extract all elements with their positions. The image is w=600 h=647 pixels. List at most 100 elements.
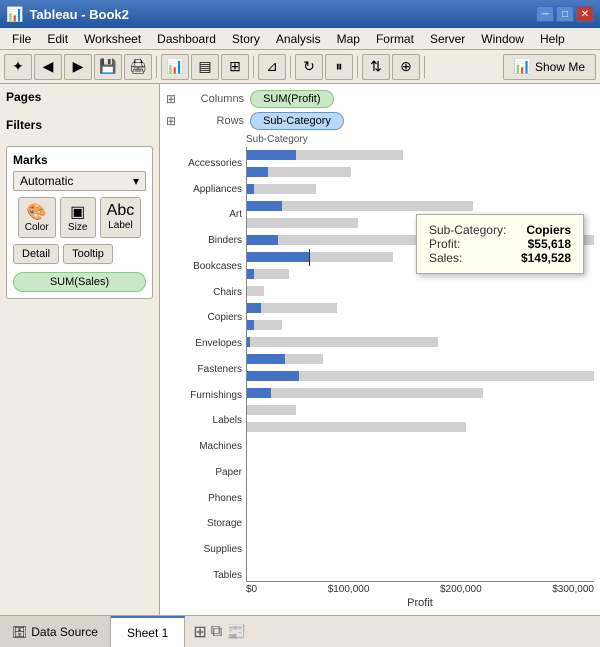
marks-type-dropdown[interactable]: Automatic ▾ bbox=[13, 171, 146, 191]
marks-type-label: Automatic bbox=[20, 174, 73, 188]
menu-help[interactable]: Help bbox=[532, 30, 573, 48]
window-title: Tableau - Book2 bbox=[29, 7, 128, 22]
columns-icon: ⊞ bbox=[166, 92, 176, 106]
y-axis-label: Furnishings bbox=[190, 388, 242, 404]
menu-server[interactable]: Server bbox=[422, 30, 473, 48]
toolbar-pause-button[interactable]: ⏸ bbox=[325, 54, 353, 80]
toolbar-sort-button[interactable]: ⇅ bbox=[362, 54, 390, 80]
show-me-button[interactable]: 📊 Show Me bbox=[503, 54, 596, 80]
color-label: Color bbox=[25, 222, 49, 233]
subcat-header: Sub-Category bbox=[246, 134, 594, 145]
y-axis-label: Storage bbox=[207, 516, 242, 532]
status-bar: 🗄 Data Source Sheet 1 ⊞ ⧉ 📰 bbox=[0, 615, 600, 647]
size-button[interactable]: ▣ Size bbox=[60, 197, 96, 238]
tooltip-subcat-label: Sub-Category: bbox=[429, 223, 506, 237]
bar-foreground bbox=[247, 252, 309, 262]
show-me-label: Show Me bbox=[535, 60, 585, 74]
label-icon: Abc bbox=[107, 202, 135, 220]
table-row bbox=[247, 334, 594, 351]
app-icon: 📊 bbox=[6, 6, 23, 23]
toolbar-table-button[interactable]: ▤ bbox=[191, 54, 219, 80]
minimize-button[interactable]: ─ bbox=[536, 6, 554, 22]
bar-foreground bbox=[247, 354, 285, 364]
chevron-down-icon: ▾ bbox=[133, 174, 139, 188]
table-row bbox=[247, 402, 594, 419]
menu-format[interactable]: Format bbox=[368, 30, 422, 48]
bar-foreground bbox=[247, 201, 282, 211]
toolbar-add-button[interactable]: ✦ bbox=[4, 54, 32, 80]
menu-dashboard[interactable]: Dashboard bbox=[149, 30, 224, 48]
tooltip-sales-label: Sales: bbox=[429, 251, 462, 265]
table-row bbox=[247, 164, 594, 181]
toolbar-chart-button[interactable]: 📊 bbox=[161, 54, 189, 80]
menu-file[interactable]: File bbox=[4, 30, 39, 48]
tooltip-profit-row: Profit: $55,618 bbox=[429, 237, 571, 251]
new-story-icon[interactable]: 📰 bbox=[226, 622, 246, 642]
x-axis-label: $300,000 bbox=[552, 584, 594, 595]
database-icon: 🗄 bbox=[12, 625, 27, 639]
y-axis-label: Labels bbox=[213, 413, 242, 429]
marks-title: Marks bbox=[13, 153, 146, 167]
columns-shelf: ⊞ Columns SUM(Profit) bbox=[166, 90, 594, 108]
filters-section: Filters bbox=[6, 118, 153, 136]
new-dashboard-icon[interactable]: ⧉ bbox=[211, 623, 222, 641]
toolbar-back-button[interactable]: ◀ bbox=[34, 54, 62, 80]
rows-pill[interactable]: Sub-Category bbox=[250, 112, 344, 130]
bar-background bbox=[247, 388, 483, 398]
bar-foreground bbox=[247, 184, 254, 194]
y-axis-label: Appliances bbox=[193, 182, 242, 198]
title-bar: 📊 Tableau - Book2 ─ □ ✕ bbox=[0, 0, 600, 28]
tooltip-button[interactable]: Tooltip bbox=[63, 244, 113, 264]
toolbar-group-button[interactable]: ⊕ bbox=[392, 54, 420, 80]
bar-foreground bbox=[247, 167, 268, 177]
bar-foreground bbox=[247, 337, 250, 347]
bars-area bbox=[246, 147, 594, 582]
table-row bbox=[247, 351, 594, 368]
y-axis-label: Supplies bbox=[204, 542, 242, 558]
x-axis: $0$100,000$200,000$300,000 bbox=[246, 582, 594, 595]
y-axis-label: Copiers bbox=[208, 310, 242, 326]
reference-line bbox=[309, 249, 310, 266]
y-axis-label: Binders bbox=[208, 233, 242, 249]
table-row bbox=[247, 283, 594, 300]
viz-container: Sub-Category AccessoriesAppliancesArtBin… bbox=[166, 134, 594, 609]
toolbar-print-button[interactable]: 🖨 bbox=[124, 54, 152, 80]
tooltip-profit-label: Profit: bbox=[429, 237, 460, 251]
pages-title: Pages bbox=[6, 90, 153, 104]
toolbar-refresh-button[interactable]: ↻ bbox=[295, 54, 323, 80]
sheet-tab[interactable]: Sheet 1 bbox=[111, 616, 185, 647]
marks-detail-row: Detail Tooltip bbox=[13, 244, 146, 264]
window-controls[interactable]: ─ □ ✕ bbox=[536, 6, 594, 22]
bar-background bbox=[247, 422, 466, 432]
rows-icon: ⊞ bbox=[166, 114, 176, 128]
maximize-button[interactable]: □ bbox=[556, 6, 574, 22]
marks-icons-row: 🎨 Color ▣ Size Abc Label bbox=[13, 197, 146, 238]
y-axis-label: Tables bbox=[213, 568, 242, 584]
menu-story[interactable]: Story bbox=[224, 30, 268, 48]
tooltip-subcat-value: Copiers bbox=[526, 223, 571, 237]
close-button[interactable]: ✕ bbox=[576, 6, 594, 22]
data-source-tab[interactable]: 🗄 Data Source bbox=[0, 616, 111, 647]
x-axis-label: $0 bbox=[246, 584, 257, 595]
detail-button[interactable]: Detail bbox=[13, 244, 59, 264]
table-row bbox=[247, 385, 594, 402]
new-sheet-icon[interactable]: ⊞ bbox=[193, 622, 206, 642]
pages-section: Pages bbox=[6, 90, 153, 108]
chart-area: ⊞ Columns SUM(Profit) ⊞ Rows Sub-Categor… bbox=[160, 84, 600, 615]
left-panel: Pages Filters Marks Automatic ▾ 🎨 Color … bbox=[0, 84, 160, 615]
menu-window[interactable]: Window bbox=[473, 30, 532, 48]
label-button[interactable]: Abc Label bbox=[100, 197, 142, 238]
menu-edit[interactable]: Edit bbox=[39, 30, 76, 48]
columns-pill[interactable]: SUM(Profit) bbox=[250, 90, 333, 108]
menu-worksheet[interactable]: Worksheet bbox=[76, 30, 149, 48]
toolbar-view-button[interactable]: ⊞ bbox=[221, 54, 249, 80]
toolbar-filter-button[interactable]: ⊿ bbox=[258, 54, 286, 80]
menu-map[interactable]: Map bbox=[329, 30, 368, 48]
bar-foreground bbox=[247, 269, 254, 279]
toolbar-forward-button[interactable]: ▶ bbox=[64, 54, 92, 80]
table-row bbox=[247, 147, 594, 164]
toolbar-save-button[interactable]: 💾 bbox=[94, 54, 122, 80]
menu-analysis[interactable]: Analysis bbox=[268, 30, 329, 48]
sum-sales-pill[interactable]: SUM(Sales) bbox=[13, 272, 146, 292]
color-button[interactable]: 🎨 Color bbox=[18, 197, 56, 238]
